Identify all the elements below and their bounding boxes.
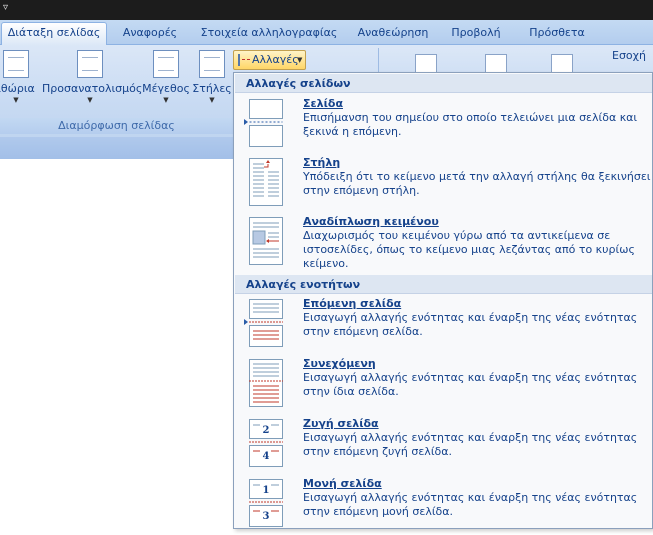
tab-references[interactable]: Αναφορές — [112, 24, 188, 42]
tab-review[interactable]: Αναθεώρηση — [350, 24, 436, 42]
breaks-icon — [238, 54, 251, 66]
page-break-icon — [248, 99, 284, 147]
page-setup-group-label: Διαμόρφωση σελίδας — [0, 118, 233, 134]
breaks-button[interactable]: Αλλαγές ▼ — [233, 50, 306, 70]
document-area-bar — [0, 137, 233, 159]
columns-icon — [199, 50, 225, 78]
menu-item-even-page-section[interactable]: 2 4 Ζυγή σελίδα Εισαγωγή αλλαγής ενότητα… — [235, 417, 652, 475]
breaks-label: Αλλαγές — [252, 53, 299, 66]
page-size-icon — [153, 50, 179, 78]
odd-page-section-icon: 1 3 — [248, 479, 284, 527]
orientation-button[interactable]: Προσανατολισμός ▼ — [42, 50, 142, 104]
menu-item-next-page-section[interactable]: Επόμενη σελίδα Εισαγωγή αλλαγής ενότητας… — [235, 297, 652, 355]
tab-mailings[interactable]: Στοιχεία αλληλογραφίας — [196, 24, 342, 42]
quick-access-dropdown-icon[interactable]: ▿ — [3, 2, 8, 13]
continuous-section-icon — [248, 359, 284, 407]
page-break-title: Σελίδα — [303, 97, 343, 110]
next-page-section-description: Εισαγωγή αλλαγής ενότητας και έναρξη της… — [303, 311, 638, 338]
next-page-section-title: Επόμενη σελίδα — [303, 297, 402, 310]
orientation-label: Προσανατολισμός — [42, 82, 143, 95]
columns-button[interactable]: Στήλες ▼ — [192, 50, 232, 104]
margins-label: ιθώρια — [0, 82, 35, 95]
next-page-section-icon — [248, 299, 284, 347]
margins-icon — [3, 50, 29, 78]
tab-page-layout[interactable]: Διάταξη σελίδας — [1, 22, 107, 45]
title-bar: ▿ — [0, 0, 653, 20]
menu-item-continuous-section[interactable]: Συνεχόμενη Εισαγωγή αλλαγής ενότητας και… — [235, 357, 652, 415]
odd-page-section-title: Μονή σελίδα — [303, 477, 382, 490]
chevron-down-icon: ▼ — [87, 96, 93, 104]
text-wrapping-break-icon — [248, 217, 284, 265]
margins-button[interactable]: ιθώρια ▼ — [0, 50, 38, 104]
continuous-section-description: Εισαγωγή αλλαγής ενότητας και έναρξη της… — [303, 371, 638, 398]
text-wrapping-break-description: Διαχωρισμός του κειμένου γύρω από τα αντ… — [303, 229, 635, 270]
breaks-menu: Αλλαγές σελίδων Σελίδα Επισήμανση του ση… — [233, 72, 653, 529]
indent-label: Εσοχή — [612, 49, 646, 62]
section-breaks-header: Αλλαγές ενοτήτων — [235, 275, 652, 294]
page-break-description: Επισήμανση του σημείου στο οποίο τελειών… — [303, 111, 638, 138]
column-break-title: Στήλη — [303, 156, 341, 169]
document-page[interactable] — [0, 159, 233, 529]
odd-thumb-number-top: 1 — [263, 485, 270, 496]
orientation-icon — [77, 50, 103, 78]
menu-item-column-break[interactable]: Στήλη Υπόδειξη ότι το κείμενο μετά την α… — [235, 156, 652, 214]
chevron-down-icon: ▼ — [163, 96, 169, 104]
text-wrapping-break-title: Αναδίπλωση κειμένου — [303, 215, 439, 228]
menu-item-page-break[interactable]: Σελίδα Επισήμανση του σημείου στο οποίο … — [235, 97, 652, 155]
even-thumb-number-bottom: 4 — [263, 451, 270, 462]
even-page-section-title: Ζυγή σελίδα — [303, 417, 379, 430]
columns-label: Στήλες — [192, 82, 232, 95]
even-page-section-description: Εισαγωγή αλλαγής ενότητας και έναρξη της… — [303, 431, 638, 458]
odd-page-section-description: Εισαγωγή αλλαγής ενότητας και έναρξη της… — [303, 491, 638, 518]
size-label: Μέγεθος — [142, 82, 190, 95]
even-thumb-number-top: 2 — [263, 425, 270, 436]
page-breaks-header: Αλλαγές σελίδων — [235, 74, 652, 93]
chevron-down-icon: ▼ — [297, 56, 303, 64]
size-button[interactable]: Μέγεθος ▼ — [142, 50, 190, 104]
column-break-description: Υπόδειξη ότι το κείμενο μετά την αλλαγή … — [303, 170, 651, 197]
continuous-section-title: Συνεχόμενη — [303, 357, 376, 370]
column-break-icon — [248, 158, 284, 206]
even-page-section-icon: 2 4 — [248, 419, 284, 467]
tab-view[interactable]: Προβολή — [446, 24, 506, 42]
chevron-down-icon: ▼ — [209, 96, 215, 104]
menu-item-text-wrapping-break[interactable]: Αναδίπλωση κειμένου Διαχωρισμός του κειμ… — [235, 215, 652, 273]
chevron-down-icon: ▼ — [13, 96, 19, 104]
odd-thumb-number-bottom: 3 — [263, 511, 270, 522]
ribbon-tab-bar: Διάταξη σελίδας Αναφορές Στοιχεία αλληλο… — [0, 20, 653, 45]
tab-add-ins[interactable]: Πρόσθετα — [524, 24, 590, 42]
menu-item-odd-page-section[interactable]: 1 3 Μονή σελίδα Εισαγωγή αλλαγής ενότητα… — [235, 477, 652, 535]
